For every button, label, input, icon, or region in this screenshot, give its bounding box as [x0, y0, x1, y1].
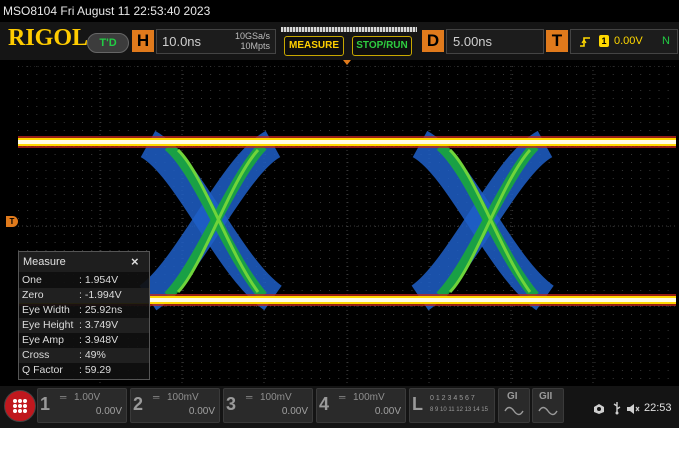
channel-offset: 0.00V: [188, 406, 215, 417]
sample-rate: 10GSa/s: [234, 31, 270, 41]
channel-offset: 0.00V: [281, 406, 308, 417]
measure-value: : -1.994V: [79, 289, 122, 301]
measure-value: : 3.749V: [79, 319, 119, 331]
rising-edge-icon: [579, 35, 591, 47]
channel-2-box[interactable]: 2 ═ 100mV 0.00V: [130, 388, 220, 423]
trigger-level-marker[interactable]: T: [6, 216, 18, 227]
timebase-value: 10.0ns: [162, 34, 202, 49]
delay-key[interactable]: D: [422, 30, 444, 52]
measure-row: Eye Amp : 3.948V: [19, 333, 149, 348]
measure-name: Cross: [22, 349, 50, 361]
dc-coupling-icon: ═: [60, 392, 67, 402]
measure-panel-header: Measure ×: [19, 252, 149, 272]
measure-name: Eye Height: [22, 319, 74, 331]
channel-number: 3: [226, 394, 237, 414]
title-text: MSO8104 Fri August 11 22:53:40 2023: [3, 4, 211, 18]
page-blank-area: [0, 428, 679, 476]
delay-value: 5.00ns: [453, 34, 493, 49]
horizontal-key[interactable]: H: [132, 30, 154, 52]
menu-grid-icon: [13, 399, 27, 413]
dc-coupling-icon: ═: [153, 392, 160, 402]
channel-number: 2: [133, 394, 144, 414]
title-bar: MSO8104 Fri August 11 22:53:40 2023: [0, 0, 679, 22]
generator-label: GII: [539, 391, 553, 402]
brand-logo: RIGOL: [8, 25, 89, 51]
sine-wave-icon: [504, 406, 524, 416]
channel-offset: 0.00V: [374, 406, 401, 417]
measure-row: Eye Height : 3.749V: [19, 318, 149, 333]
speaker-muted-icon[interactable]: [626, 402, 640, 414]
channel-4-box[interactable]: 4 ═ 100mV 0.00V: [316, 388, 406, 423]
usb-drive-icon[interactable]: [592, 402, 606, 414]
channel-offset: 0.00V: [95, 406, 122, 417]
trigger-level-marker-label: T: [9, 217, 15, 226]
channel-1-box[interactable]: 1 ═ 1.00V 0.00V: [37, 388, 127, 423]
logic-bits-row1: 0 1 2 3 4 5 6 7: [430, 395, 475, 402]
measure-value: : 25.92ns: [79, 304, 123, 316]
status-time: 22:53: [644, 402, 672, 414]
usb-icon: [612, 401, 622, 415]
measure-value: : 59.29: [79, 364, 112, 376]
generator-label: GI: [507, 391, 518, 402]
bottom-channel-bar: 1 ═ 1.00V 0.00V 2 ═ 100mV 0.00V 3 ═ 100m…: [0, 386, 679, 428]
memory-bar: [281, 27, 417, 32]
run-state-indicator[interactable]: T'D: [87, 33, 129, 53]
memory-rate: 10Mpts: [240, 41, 270, 51]
delay-marker: [343, 60, 351, 65]
measure-panel: Measure × One : 1.954V Zero : -1.994V Eye …: [18, 251, 150, 380]
measure-value: : 1.954V: [79, 274, 119, 286]
measure-name: One: [22, 274, 42, 286]
trigger-panel[interactable]: 1 0.00V N: [570, 29, 678, 54]
measure-name: Zero: [22, 289, 44, 301]
logic-bits-row2: 8 9 10 11 12 13 14 15: [430, 407, 488, 413]
trigger-level: 0.00V: [614, 35, 643, 47]
logic-key: L: [412, 394, 423, 414]
dc-coupling-icon: ═: [339, 392, 346, 402]
measure-panel-title: Measure: [23, 256, 66, 268]
close-icon[interactable]: ×: [131, 254, 139, 269]
channel-scale: 100mV: [353, 392, 385, 403]
measure-name: Eye Width: [22, 304, 70, 316]
dc-coupling-icon: ═: [246, 392, 253, 402]
measure-button[interactable]: MEASURE: [284, 36, 344, 56]
high-level-trace: [18, 136, 676, 148]
measure-name: Eye Amp: [22, 334, 65, 346]
generator-2-box[interactable]: GII: [532, 388, 564, 423]
home-menu-button[interactable]: [4, 390, 36, 422]
channel-scale: 1.00V: [74, 392, 101, 403]
channel-3-box[interactable]: 3 ═ 100mV 0.00V: [223, 388, 313, 423]
channel-scale: 100mV: [167, 392, 199, 403]
measure-value: : 3.948V: [79, 334, 119, 346]
trigger-source: 1: [599, 35, 609, 47]
trigger-key[interactable]: T: [546, 30, 568, 52]
delay-panel[interactable]: 5.00ns: [446, 29, 544, 54]
measure-row: Eye Width : 25.92ns: [19, 303, 149, 318]
channel-number: 1: [40, 394, 51, 414]
channel-scale: 100mV: [260, 392, 292, 403]
measure-row: Cross : 49%: [19, 348, 149, 363]
measure-row: One : 1.954V: [19, 273, 149, 288]
measure-value: : 49%: [79, 349, 106, 361]
oscilloscope-screen: MSO8104 Fri August 11 22:53:40 2023 RIGO…: [0, 0, 679, 428]
measure-row: Q Factor : 59.29: [19, 363, 149, 378]
measure-name: Q Factor: [22, 364, 63, 376]
horizontal-panel[interactable]: 10.0ns 10GSa/s 10Mpts: [156, 29, 276, 54]
top-toolbar: RIGOL T'D H 10.0ns 10GSa/s 10Mpts MEASUR…: [0, 22, 679, 60]
logic-channel-box[interactable]: L 0 1 2 3 4 5 6 7 8 9 10 11 12 13 14 15: [409, 388, 495, 423]
trigger-mode: N: [662, 35, 670, 47]
stop-run-button[interactable]: STOP/RUN: [352, 36, 412, 56]
sine-wave-icon: [538, 406, 558, 416]
generator-1-box[interactable]: GI: [498, 388, 530, 423]
measure-row: Zero : -1.994V: [19, 288, 149, 303]
channel-number: 4: [319, 394, 330, 414]
